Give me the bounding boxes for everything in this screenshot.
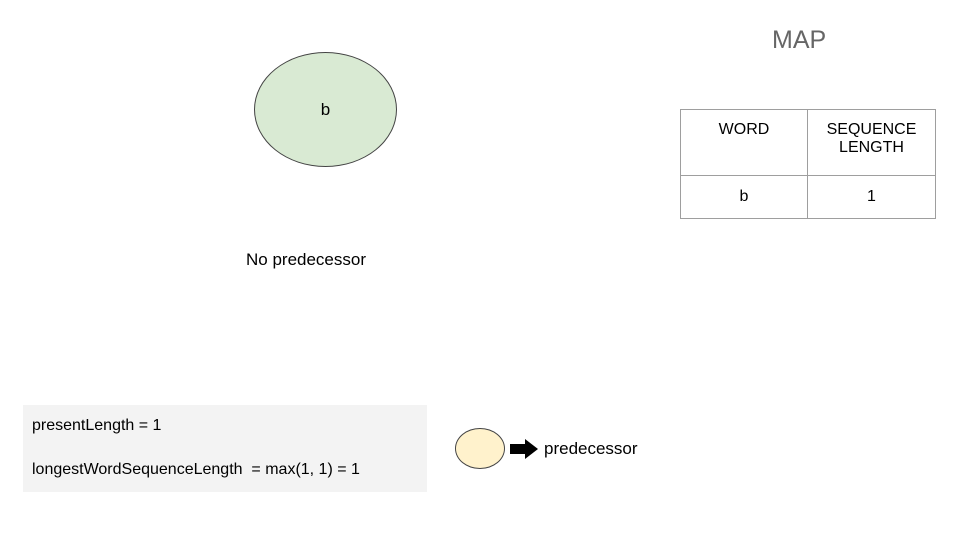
table-row: b 1 [680,175,936,219]
map-header-word: WORD [680,109,808,176]
map-cell-word: b [680,175,808,219]
legend-label: predecessor [544,439,638,458]
code-line-longest-sequence: longestWordSequenceLength = max(1, 1) = … [32,461,360,478]
legend-predecessor-node [455,428,505,469]
word-node-label: b [320,99,331,119]
map-table: WORD SEQUENCE LENGTH b 1 [680,109,936,219]
arrow-right-icon [510,439,538,459]
map-header-length-line1: SEQUENCE [826,121,917,138]
node-caption: No predecessor [246,250,367,269]
code-line-present-length: presentLength = 1 [32,417,162,434]
diagram-canvas: b No predecessor MAP WORD SEQUENCE LENGT… [0,0,960,540]
map-header-row: WORD SEQUENCE LENGTH [680,109,936,176]
map-header-length-line2: LENGTH [839,139,904,156]
map-title: MAP [772,26,827,54]
map-cell-length: 1 [807,175,936,219]
code-box: presentLength = 1 longestWordSequenceLen… [23,405,427,492]
map-header-length: SEQUENCE LENGTH [807,109,936,176]
word-node-b: b [254,52,397,167]
